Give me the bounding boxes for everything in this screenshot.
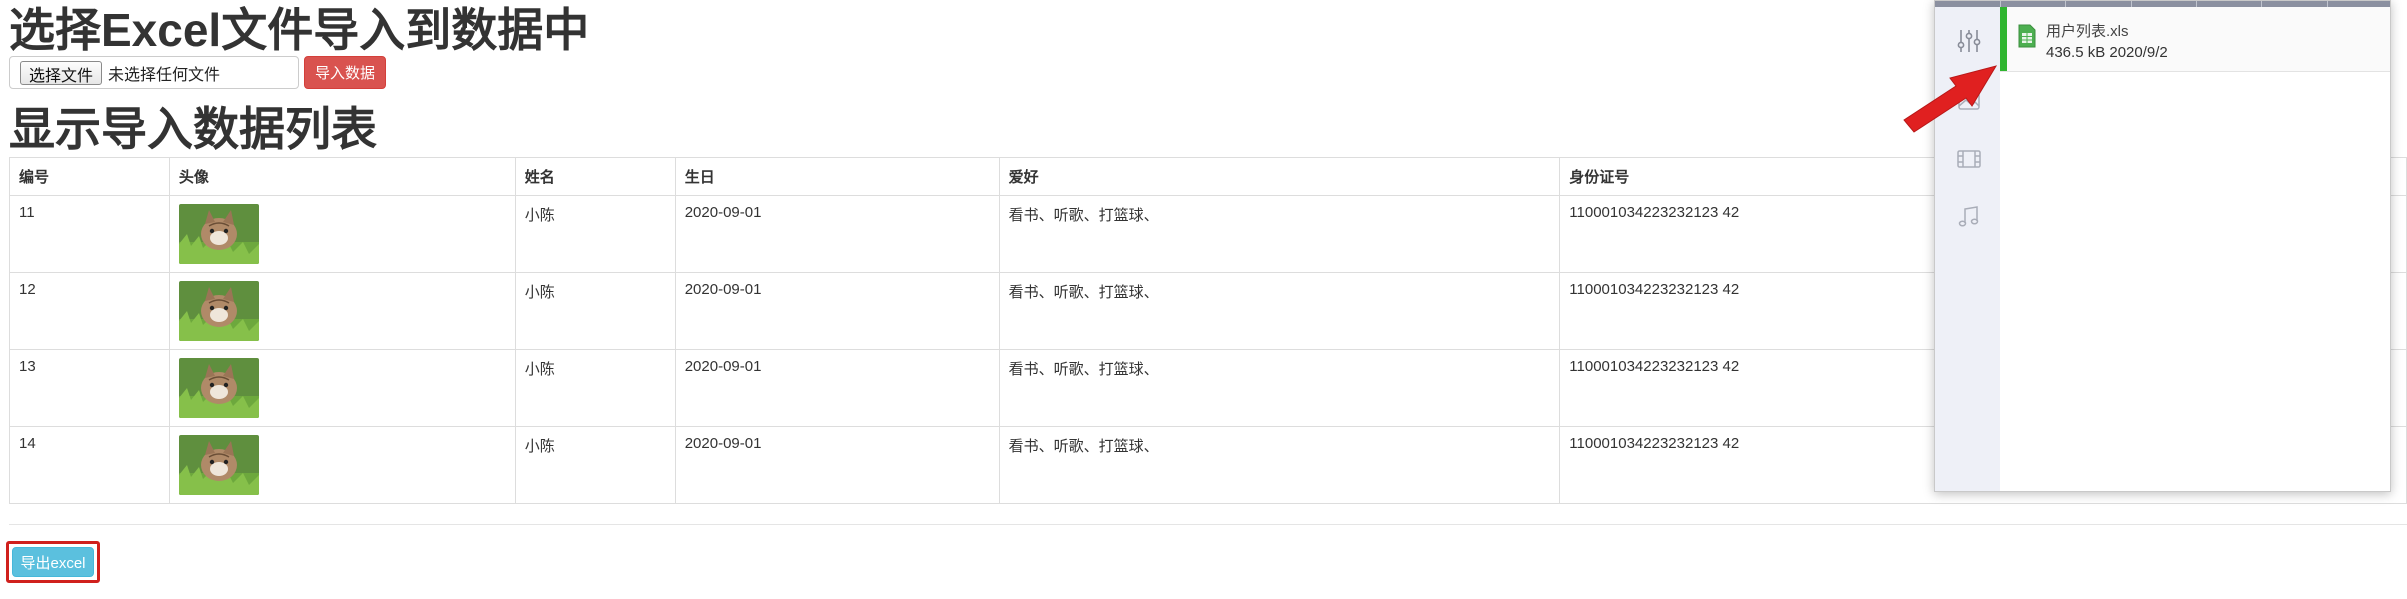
divider — [9, 524, 2407, 525]
col-header-id: 编号 — [9, 157, 170, 196]
music-icon[interactable] — [1955, 203, 1983, 231]
cell-hobby: 看书、听歌、打篮球、 — [998, 195, 1561, 273]
import-title: 选择Excel文件导入到数据中 — [9, 4, 590, 56]
cell-hobby: 看书、听歌、打篮球、 — [998, 426, 1561, 504]
spreadsheet-file-icon — [2017, 24, 2037, 53]
col-header-avatar: 头像 — [168, 157, 516, 196]
cell-avatar — [168, 195, 516, 273]
cell-hobby: 看书、听歌、打篮球、 — [998, 272, 1561, 350]
cell-name: 小陈 — [514, 349, 676, 427]
import-data-button[interactable]: 导入数据 — [304, 56, 386, 89]
cell-avatar — [168, 349, 516, 427]
cell-name: 小陈 — [514, 426, 676, 504]
sliders-icon[interactable] — [1955, 27, 1983, 55]
cell-id: 12 — [9, 272, 170, 350]
cell-birthday: 2020-09-01 — [674, 426, 1000, 504]
col-header-birthday: 生日 — [674, 157, 1000, 196]
avatar — [178, 281, 259, 341]
file-status: 未选择任何文件 — [108, 66, 221, 84]
cell-id: 14 — [9, 426, 170, 504]
col-header-hobby: 爱好 — [998, 157, 1561, 196]
export-excel-button[interactable]: 导出excel — [12, 547, 94, 577]
avatar — [178, 358, 259, 418]
cell-name: 小陈 — [514, 195, 676, 273]
cell-birthday: 2020-09-01 — [674, 272, 1000, 350]
download-item[interactable]: 用户列表.xls 436.5 kB 2020/9/2 — [2000, 7, 2390, 72]
cell-avatar — [168, 426, 516, 504]
download-file-meta: 436.5 kB 2020/9/2 — [2046, 44, 2168, 61]
cell-id: 11 — [9, 195, 170, 273]
cell-hobby: 看书、听歌、打篮球、 — [998, 349, 1561, 427]
video-icon[interactable] — [1955, 145, 1983, 173]
avatar — [178, 204, 259, 264]
cell-birthday: 2020-09-01 — [674, 195, 1000, 273]
col-header-name: 姓名 — [514, 157, 676, 196]
cell-avatar — [168, 272, 516, 350]
list-title: 显示导入数据列表 — [9, 103, 377, 155]
cell-name: 小陈 — [514, 272, 676, 350]
avatar — [178, 435, 259, 495]
red-arrow-annotation — [1896, 58, 2006, 143]
cell-birthday: 2020-09-01 — [674, 349, 1000, 427]
download-file-name: 用户列表.xls — [2046, 23, 2129, 40]
file-input[interactable]: 选择文件 未选择任何文件 — [9, 56, 299, 89]
export-highlight: 导出excel — [6, 541, 100, 583]
cell-id: 13 — [9, 349, 170, 427]
choose-file-button[interactable]: 选择文件 — [20, 60, 103, 85]
